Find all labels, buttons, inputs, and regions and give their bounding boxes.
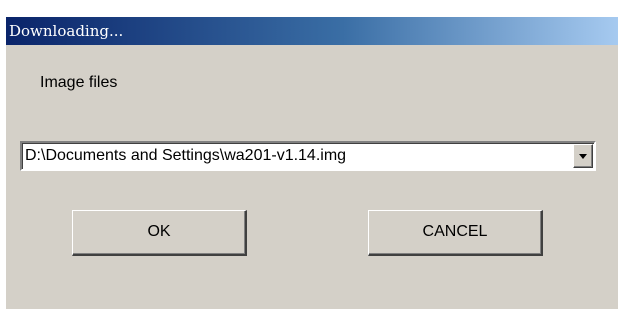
image-files-label: Image files: [40, 74, 118, 91]
download-dialog: Downloading... Image files D:\Documents …: [6, 17, 618, 309]
title-bar[interactable]: Downloading...: [6, 17, 618, 45]
ok-button[interactable]: OK: [72, 210, 247, 256]
cancel-button[interactable]: CANCEL: [368, 210, 543, 256]
window-title: Downloading...: [9, 22, 124, 40]
chevron-down-icon: [579, 154, 587, 159]
image-file-dropdown[interactable]: D:\Documents and Settings\wa201-v1.14.im…: [20, 141, 596, 171]
dropdown-button[interactable]: [573, 144, 593, 168]
selected-file-path: D:\Documents and Settings\wa201-v1.14.im…: [25, 147, 347, 164]
